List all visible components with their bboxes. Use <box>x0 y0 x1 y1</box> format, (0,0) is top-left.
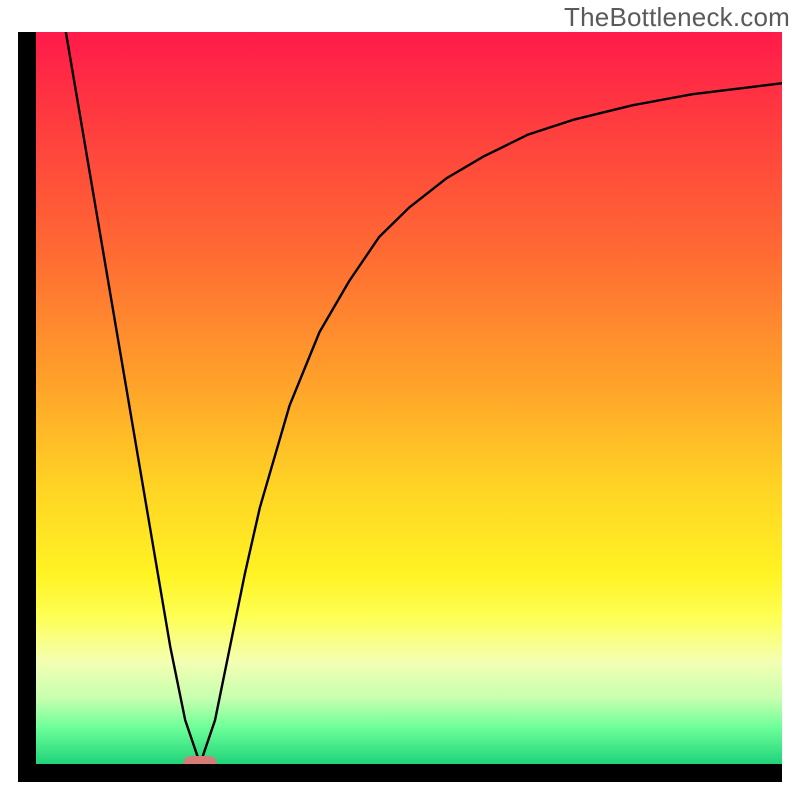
chart-frame: TheBottleneck.com <box>0 0 800 800</box>
watermark-text: TheBottleneck.com <box>564 2 790 33</box>
bottleneck-curve <box>36 32 782 764</box>
plot-area <box>36 32 782 764</box>
optimum-marker <box>183 756 217 764</box>
plot-border <box>18 32 782 782</box>
